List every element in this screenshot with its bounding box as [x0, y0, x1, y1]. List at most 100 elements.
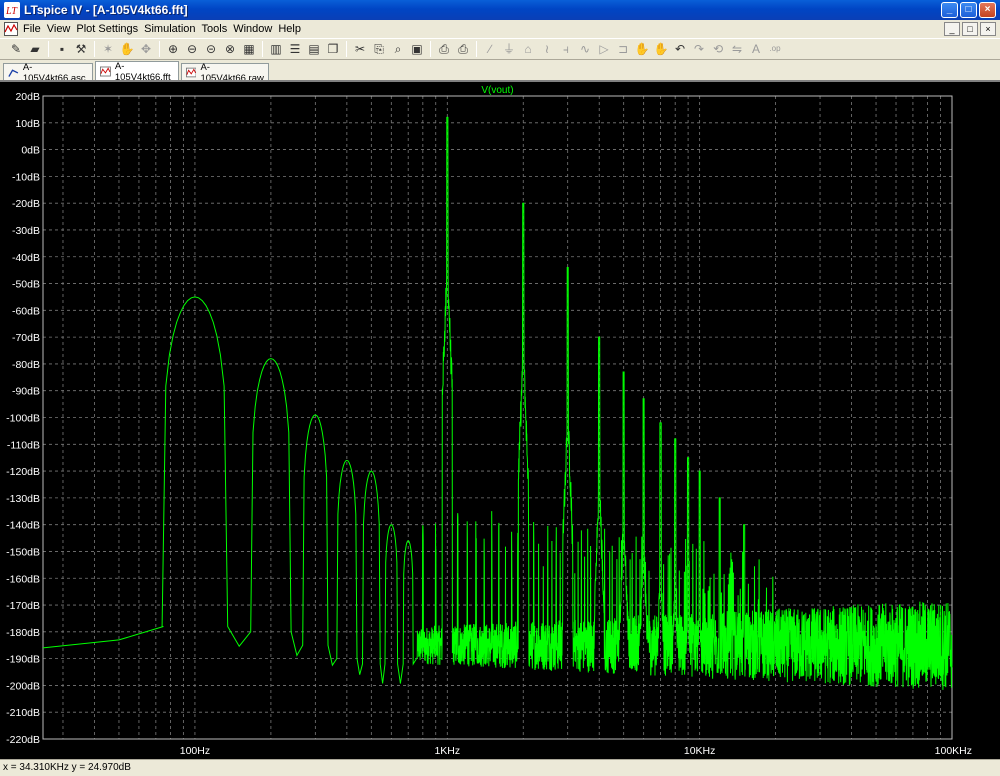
y-tick-label: -170dB: [6, 600, 40, 612]
new-schematic-icon[interactable]: ✎: [8, 41, 24, 57]
zoom-out-icon[interactable]: ⊖: [184, 41, 200, 57]
y-tick-label: 0dB: [21, 145, 40, 157]
label-icon[interactable]: ⌂: [520, 41, 536, 57]
y-tick-label: -200dB: [6, 680, 40, 692]
menu-simulation[interactable]: Simulation: [141, 22, 198, 36]
x-tick-label: 100KHz: [935, 745, 972, 757]
maximize-button[interactable]: □: [960, 2, 977, 18]
x-tick-label: 100Hz: [180, 745, 210, 757]
mdi-minimize-button[interactable]: _: [944, 22, 960, 36]
fft-plot[interactable]: 20dB 10dB 0dB -10dB -20dB -30dB -40dB -50dB -60d…: [0, 82, 1000, 759]
x-tick-label: 10KHz: [684, 745, 716, 757]
tab-bar: A-105V4kt66.asc A-105V4kt66.fft A-105V4kt6…: [0, 61, 1000, 84]
find-icon[interactable]: ⌕: [390, 41, 406, 57]
menu-items: File View Plot Settings Simulation Tools Wind…: [20, 22, 304, 36]
window-title: LTspice IV - [A-105V4kt66.fft]: [24, 3, 188, 17]
pan-icon[interactable]: ✥: [138, 41, 154, 57]
paste-icon[interactable]: ▣: [409, 41, 425, 57]
y-tick-label: -90dB: [12, 386, 40, 398]
x-tick-label: 1KHz: [434, 745, 460, 757]
rotate-icon[interactable]: ⟲: [710, 41, 726, 57]
toolbar-separator: [346, 41, 347, 57]
ground-icon[interactable]: ⏚: [501, 41, 517, 57]
y-tick-label: -70dB: [12, 332, 40, 344]
mirror-icon[interactable]: ⇋: [729, 41, 745, 57]
y-tick-label: -80dB: [12, 359, 40, 371]
autorange-icon[interactable]: ▦: [241, 41, 257, 57]
toolbar-buttons: ✎ ▰ ▪ ⚒ ✶ ✋ ✥ ⊕ ⊖ ⊝ ⊗ ▦ ▥ ☰ ▤ ❐ ✂ ⎘ ⌕ ▣ ⎙ ⎙ ∕ ⏚ ⌂ ≀ ⫞ ∿ ▷ ⊐ ✋ ✋ ↶ ↷ ⟲ ⇋ A .op: [8, 41, 783, 57]
minimize-button[interactable]: _: [941, 2, 958, 18]
tab-a-105v4kt66-raw[interactable]: A-105V4kt66.raw: [181, 62, 269, 84]
menu-view[interactable]: View: [44, 22, 74, 36]
drag-icon[interactable]: ✋: [653, 41, 669, 57]
toolbar-separator: [476, 41, 477, 57]
text-icon[interactable]: A: [748, 41, 764, 57]
control-panel-icon[interactable]: ⚒: [73, 41, 89, 57]
plot-pane[interactable]: 20dB 10dB 0dB -10dB -20dB -30dB -40dB -50dB -60d…: [0, 80, 1000, 759]
svg-text:LT: LT: [5, 6, 18, 17]
y-tick-label: -220dB: [6, 734, 40, 746]
move-icon[interactable]: ✋: [634, 41, 650, 57]
mdi-restore-button[interactable]: □: [962, 22, 978, 36]
component-icon[interactable]: ⊐: [615, 41, 631, 57]
waveform-icon: [186, 67, 197, 78]
title-bar[interactable]: LT LTspice IV - [A-105V4kt66.fft] _ □ ×: [0, 0, 1000, 20]
capacitor-icon[interactable]: ⫞: [558, 41, 574, 57]
wire-icon[interactable]: ∕: [482, 41, 498, 57]
zoom-in-icon[interactable]: ⊕: [165, 41, 181, 57]
status-bar: x = 34.310KHz y = 24.970dB: [0, 759, 1000, 776]
toolbar-separator: [48, 41, 49, 57]
spice-directive-icon[interactable]: .op: [767, 41, 783, 57]
y-tick-label: -150dB: [6, 546, 40, 558]
mdi-close-button[interactable]: ×: [980, 22, 996, 36]
waveform-icon: [100, 66, 111, 77]
menu-window[interactable]: Window: [230, 22, 275, 36]
y-tick-label: -50dB: [12, 279, 40, 291]
menu-help[interactable]: Help: [275, 22, 304, 36]
autorange-y-icon[interactable]: ▥: [268, 41, 284, 57]
cut-icon[interactable]: ✂: [352, 41, 368, 57]
inductor-icon[interactable]: ∿: [577, 41, 593, 57]
y-tick-label: 20dB: [15, 91, 40, 103]
fft-trace: [42, 116, 953, 690]
save-icon[interactable]: ▪: [54, 41, 70, 57]
menu-plot-settings[interactable]: Plot Settings: [73, 22, 141, 36]
zoom-cancel-icon[interactable]: ⊗: [222, 41, 238, 57]
toolbar-separator: [159, 41, 160, 57]
close-button[interactable]: ×: [979, 2, 996, 18]
redo-icon[interactable]: ↷: [691, 41, 707, 57]
y-tick-label: -160dB: [6, 573, 40, 585]
y-tick-label: -210dB: [6, 707, 40, 719]
print-preview-icon[interactable]: ⎙: [436, 41, 452, 57]
cascade-icon[interactable]: ❐: [325, 41, 341, 57]
halt-icon[interactable]: ✋: [119, 41, 135, 57]
y-tick-label: -110dB: [7, 439, 40, 451]
y-tick-label: -190dB: [6, 654, 40, 666]
menu-file[interactable]: File: [20, 22, 44, 36]
zoom-back-icon[interactable]: ⊝: [203, 41, 219, 57]
print-icon[interactable]: ⎙: [455, 41, 471, 57]
diode-icon[interactable]: ▷: [596, 41, 612, 57]
toolbar: ✎ ▰ ▪ ⚒ ✶ ✋ ✥ ⊕ ⊖ ⊝ ⊗ ▦ ▥ ☰ ▤ ❐ ✂ ⎘ ⌕ ▣ ⎙ ⎙ ∕ ⏚ ⌂ ≀ ⫞ ∿ ▷ ⊐ ✋ ✋ ↶ ↷ ⟲ ⇋ A .op: [0, 38, 1000, 60]
y-tick-label: -180dB: [6, 627, 40, 639]
toolbar-separator: [262, 41, 263, 57]
ltspice-window: LT LTspice IV - [A-105V4kt66.fft] _ □ × …: [0, 0, 1000, 776]
mdi-controls: _ □ ×: [944, 22, 996, 36]
waveform-document-icon[interactable]: [4, 22, 18, 36]
run-icon[interactable]: ✶: [100, 41, 116, 57]
toolbar-separator: [430, 41, 431, 57]
y-tick-label: -120dB: [6, 466, 40, 478]
menu-bar: File View Plot Settings Simulation Tools Wind…: [0, 20, 1000, 38]
tab-a-105v4kt66-asc[interactable]: A-105V4kt66.asc: [3, 62, 93, 84]
y-tick-label: 10dB: [15, 118, 40, 130]
y-tick-label: -100dB: [6, 413, 40, 425]
y-tick-label: -40dB: [12, 252, 40, 264]
undo-icon[interactable]: ↶: [672, 41, 688, 57]
open-icon[interactable]: ▰: [27, 41, 43, 57]
copy-icon[interactable]: ⎘: [371, 41, 387, 57]
tile-vertical-icon[interactable]: ▤: [306, 41, 322, 57]
tab-a-105v4kt66-fft[interactable]: A-105V4kt66.fft: [95, 61, 179, 83]
menu-tools[interactable]: Tools: [199, 22, 231, 36]
resistor-icon[interactable]: ≀: [539, 41, 555, 57]
tile-horizontal-icon[interactable]: ☰: [287, 41, 303, 57]
